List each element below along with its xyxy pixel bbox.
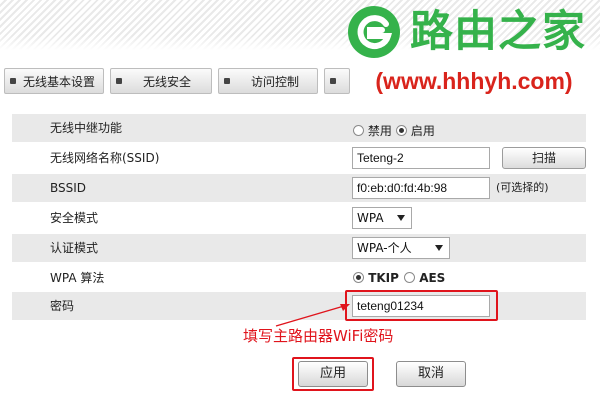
wpa-tkip-label: TKIP [368, 271, 399, 285]
auth-mode-label: 认证模式 [50, 241, 99, 255]
security-mode-select[interactable]: WPA [352, 207, 412, 229]
wpa-tkip-option[interactable]: TKIP [353, 271, 399, 285]
security-mode-value: WPA [357, 211, 384, 225]
apply-button[interactable]: 应用 [298, 361, 368, 387]
wpa-aes-option[interactable]: AES [404, 271, 445, 285]
ssid-input[interactable]: Teteng-2 [352, 147, 490, 169]
scan-button[interactable]: 扫描 [502, 147, 586, 169]
row-wpa-algorithm: WPA 算法 TKIP AES [12, 264, 586, 292]
bssid-label: BSSID [50, 181, 87, 195]
watermark-brand-name: 路由之家 [410, 7, 586, 57]
tab-bullet-icon [116, 78, 122, 84]
tab-access-control[interactable]: 访问控制 [218, 68, 318, 94]
tab-partial[interactable] [324, 68, 350, 94]
bssid-input[interactable]: f0:eb:d0:fd:4b:98 [352, 177, 490, 199]
watermark-logo-icon [348, 6, 400, 58]
tab-bullet-icon [330, 78, 336, 84]
password-highlight-box [345, 290, 498, 321]
row-auth-mode: 认证模式 WPA-个人 [12, 234, 586, 262]
tab-bullet-icon [10, 78, 16, 84]
auth-mode-select[interactable]: WPA-个人 [352, 237, 450, 259]
row-repeater: 无线中继功能 禁用 启用 [12, 114, 586, 142]
row-bssid: BSSID f0:eb:d0:fd:4b:98 (可选择的) [12, 174, 586, 202]
repeater-enable-radio[interactable] [396, 125, 407, 136]
wpa-aes-label: AES [419, 271, 446, 285]
wpa-tkip-radio[interactable] [353, 272, 364, 283]
wpa-algorithm-label: WPA 算法 [50, 271, 105, 285]
chevron-down-icon [435, 245, 443, 251]
repeater-disable-label: 禁用 [367, 124, 392, 138]
row-ssid: 无线网络名称(SSID) Teteng-2 扫描 [12, 144, 586, 172]
password-annotation: 填写主路由器WiFi密码 [243, 327, 394, 345]
tab-wireless-basic[interactable]: 无线基本设置 [4, 68, 104, 94]
tab-label: 无线基本设置 [23, 74, 96, 89]
row-security-mode: 安全模式 WPA [12, 204, 586, 232]
tab-bullet-icon [224, 78, 230, 84]
repeater-enable-option[interactable]: 启用 [396, 122, 435, 139]
repeater-label: 无线中继功能 [50, 121, 123, 135]
ssid-label: 无线网络名称(SSID) [50, 151, 160, 165]
password-label: 密码 [50, 299, 75, 313]
watermark-url: (www.hhhyh.com) [352, 64, 596, 98]
auth-mode-value: WPA-个人 [357, 241, 412, 255]
tab-label: 访问控制 [251, 74, 300, 89]
security-mode-label: 安全模式 [50, 211, 99, 225]
bssid-optional-note: (可选择的) [496, 181, 549, 194]
repeater-enable-label: 启用 [410, 124, 435, 138]
wpa-aes-radio[interactable] [404, 272, 415, 283]
tab-label: 无线安全 [143, 74, 192, 89]
cancel-button[interactable]: 取消 [396, 361, 466, 387]
repeater-disable-radio[interactable] [353, 125, 364, 136]
chevron-down-icon [397, 215, 405, 221]
repeater-disable-option[interactable]: 禁用 [353, 122, 392, 139]
tab-wireless-security[interactable]: 无线安全 [110, 68, 212, 94]
